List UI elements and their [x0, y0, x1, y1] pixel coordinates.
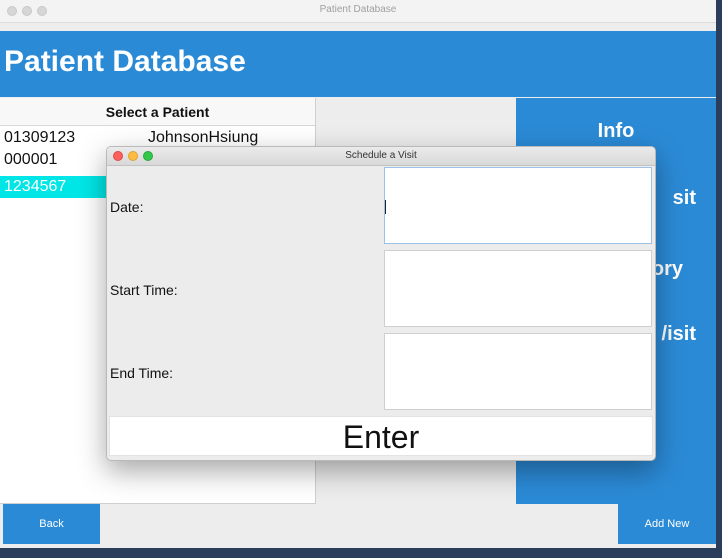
patient-id: 01309123 [4, 129, 76, 146]
patient-id: 1234567 [4, 178, 67, 195]
dialog-title: Schedule a Visit [345, 150, 417, 161]
app-header: Patient Database [0, 31, 716, 97]
start-time-field[interactable] [384, 250, 652, 327]
patient-id: 000001 [4, 151, 58, 168]
schedule-visit-dialog: Schedule a Visit Date: Start Time: End T… [106, 146, 656, 461]
info-button[interactable]: Info [516, 120, 716, 143]
patient-row-selected[interactable]: 1234567 [0, 176, 106, 198]
window-title: Patient Database [319, 4, 397, 15]
end-time-field[interactable] [384, 333, 652, 410]
start-time-label: Start Time: [110, 282, 178, 298]
enter-button[interactable]: Enter [109, 416, 653, 456]
date-field[interactable] [384, 167, 652, 244]
patient-list-header: Select a Patient [0, 98, 315, 126]
page-title: Patient Database [4, 45, 246, 78]
end-time-label: End Time: [110, 365, 174, 381]
add-new-button[interactable]: Add New [618, 504, 716, 544]
text-caret [385, 200, 386, 214]
app-window: Patient Database Patient Database Select… [0, 0, 716, 548]
window-titlebar[interactable]: Patient Database [0, 0, 716, 23]
date-label: Date: [110, 199, 144, 215]
back-button[interactable]: Back [3, 504, 100, 544]
dialog-titlebar[interactable]: Schedule a Visit [107, 147, 655, 166]
